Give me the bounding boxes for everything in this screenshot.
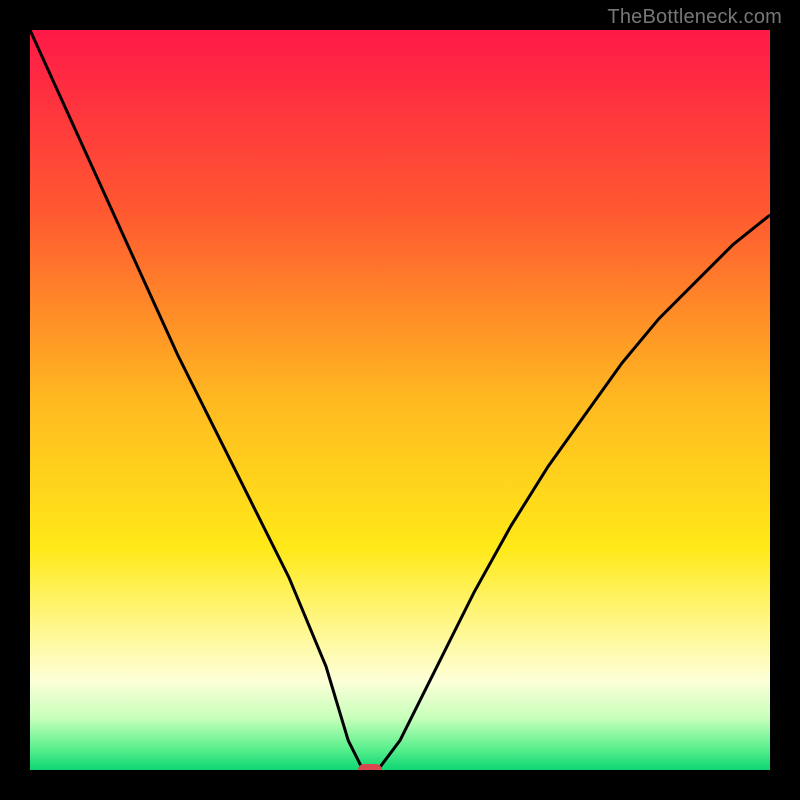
curve-layer — [30, 30, 770, 770]
plot-area — [30, 30, 770, 770]
watermark-text: TheBottleneck.com — [607, 6, 782, 29]
chart-frame: TheBottleneck.com — [0, 0, 800, 800]
optimum-marker — [358, 764, 382, 770]
bottleneck-curve — [30, 30, 770, 770]
